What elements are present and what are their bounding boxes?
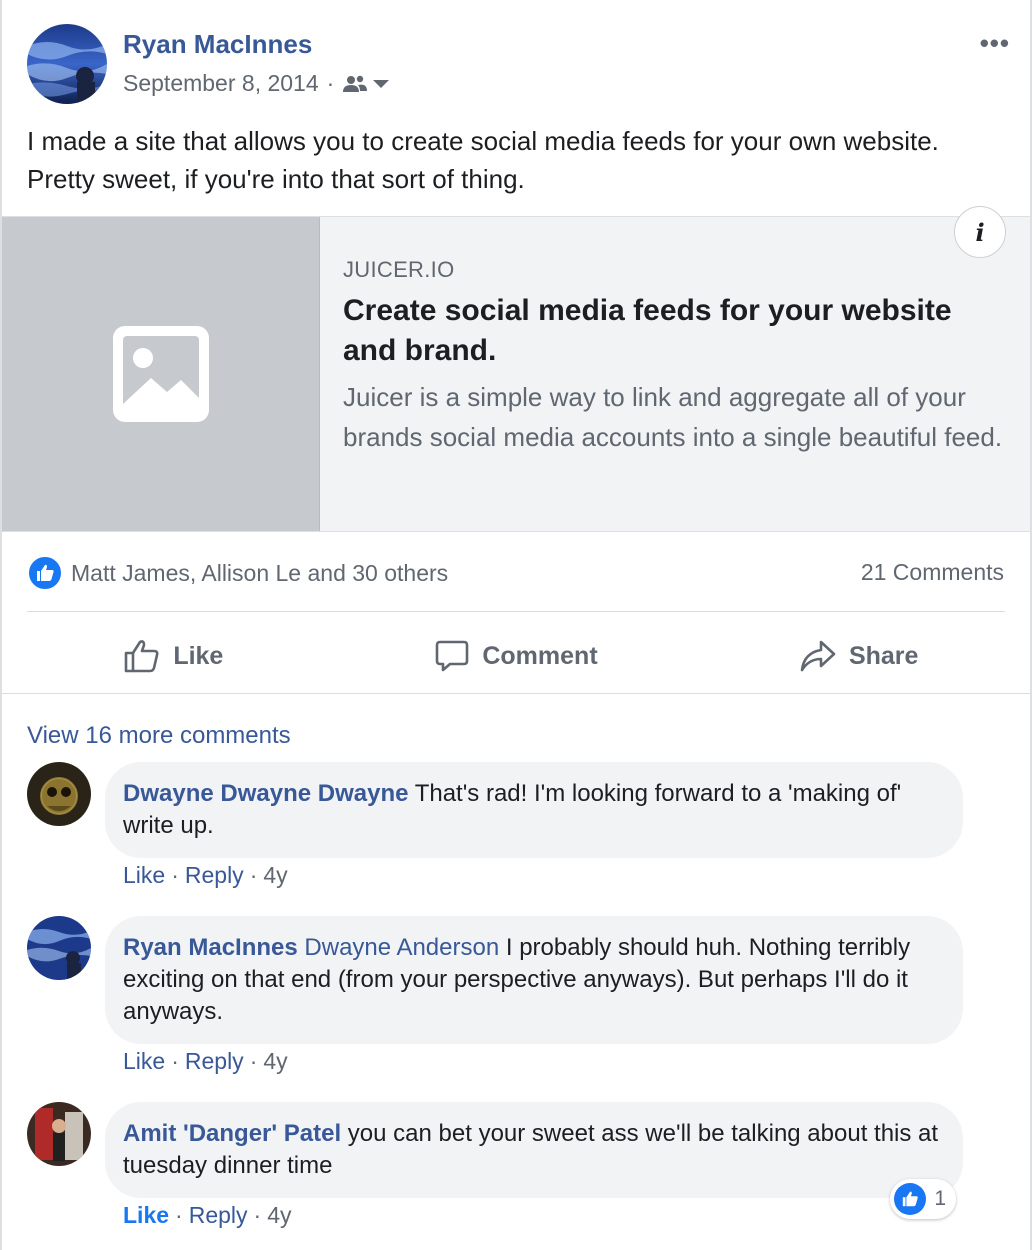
- comment-actions: Like · Reply · 4y: [123, 862, 288, 889]
- comment-button[interactable]: Comment: [345, 620, 688, 692]
- post-meta: September 8, 2014 ·: [123, 70, 390, 97]
- comment-bubble: Ryan MacInnes Dwayne Anderson I probably…: [105, 916, 963, 1044]
- share-icon: [800, 640, 836, 672]
- commenter-avatar[interactable]: [27, 916, 91, 980]
- info-icon[interactable]: i: [954, 206, 1006, 258]
- commenter-name[interactable]: Dwayne Dwayne Dwayne: [123, 780, 408, 807]
- friends-icon[interactable]: [342, 74, 390, 94]
- comment-time[interactable]: 4y: [263, 1048, 287, 1075]
- post-actions: Like Comment Share: [2, 620, 1030, 692]
- commenter-name[interactable]: Ryan MacInnes: [123, 934, 298, 961]
- reactions-text[interactable]: Matt James, Allison Le and 30 others: [71, 560, 448, 587]
- meta-separator: ·: [326, 70, 335, 96]
- comment-actions: Like · Reply · 4y: [123, 1048, 288, 1075]
- comment-reply-link[interactable]: Reply: [185, 1048, 244, 1075]
- divider: [2, 693, 1030, 694]
- post-text: I made a site that allows you to create …: [27, 126, 939, 194]
- like-reaction-icon: [894, 1183, 927, 1215]
- comment-time[interactable]: 4y: [267, 1202, 291, 1229]
- more-options-icon[interactable]: •••: [980, 28, 1010, 59]
- post-author-name[interactable]: Ryan MacInnes: [123, 29, 312, 60]
- like-button[interactable]: Like: [2, 620, 345, 692]
- chevron-down-icon: [373, 79, 390, 88]
- comment-like-link[interactable]: Like: [123, 1202, 169, 1229]
- view-more-comments-link[interactable]: View 16 more comments: [27, 722, 291, 750]
- comment-icon: [436, 640, 469, 672]
- comment-reaction-badge[interactable]: 1: [890, 1179, 956, 1219]
- comment-like-link[interactable]: Like: [123, 1048, 165, 1075]
- comment-like-link[interactable]: Like: [123, 862, 165, 889]
- comments-count[interactable]: 21 Comments: [861, 559, 1004, 586]
- image-placeholder-icon: [112, 326, 209, 422]
- link-description: Juicer is a simple way to link and aggre…: [343, 382, 1003, 452]
- post-date[interactable]: September 8, 2014: [123, 70, 319, 97]
- comment-time[interactable]: 4y: [263, 862, 287, 889]
- comment-bubble: Amit 'Danger' Patel you can bet your swe…: [105, 1102, 963, 1198]
- reaction-count: 1: [934, 1187, 946, 1210]
- comment-actions: Like · Reply · 4y: [123, 1202, 292, 1229]
- commenter-avatar[interactable]: [27, 762, 91, 826]
- reactions-summary[interactable]: Matt James, Allison Le and 30 others: [27, 555, 448, 591]
- comment-label: Comment: [482, 641, 598, 670]
- divider: [27, 611, 1005, 612]
- link-preview-image[interactable]: [2, 217, 320, 531]
- comment-bubble: Dwayne Dwayne Dwayne That's rad! I'm loo…: [105, 762, 963, 858]
- share-button[interactable]: Share: [687, 620, 1030, 692]
- thumbs-up-icon: [125, 640, 159, 673]
- comment-reply-link[interactable]: Reply: [185, 862, 244, 889]
- share-label: Share: [848, 641, 919, 670]
- link-preview[interactable]: JUICER.IO Create social media feeds for …: [2, 216, 1030, 532]
- like-reaction-icon: [27, 555, 63, 591]
- link-title[interactable]: Create social media feeds for your websi…: [343, 291, 1003, 371]
- like-label: Like: [173, 641, 224, 670]
- author-avatar[interactable]: [27, 24, 107, 104]
- link-domain: JUICER.IO: [343, 257, 455, 282]
- commenter-avatar[interactable]: [27, 1102, 91, 1166]
- comment-reply-link[interactable]: Reply: [189, 1202, 248, 1229]
- tagged-user[interactable]: Dwayne Anderson: [298, 934, 499, 961]
- commenter-name[interactable]: Amit 'Danger' Patel: [123, 1120, 341, 1147]
- post-card: Ryan MacInnes September 8, 2014 · ••• I …: [0, 0, 1032, 1250]
